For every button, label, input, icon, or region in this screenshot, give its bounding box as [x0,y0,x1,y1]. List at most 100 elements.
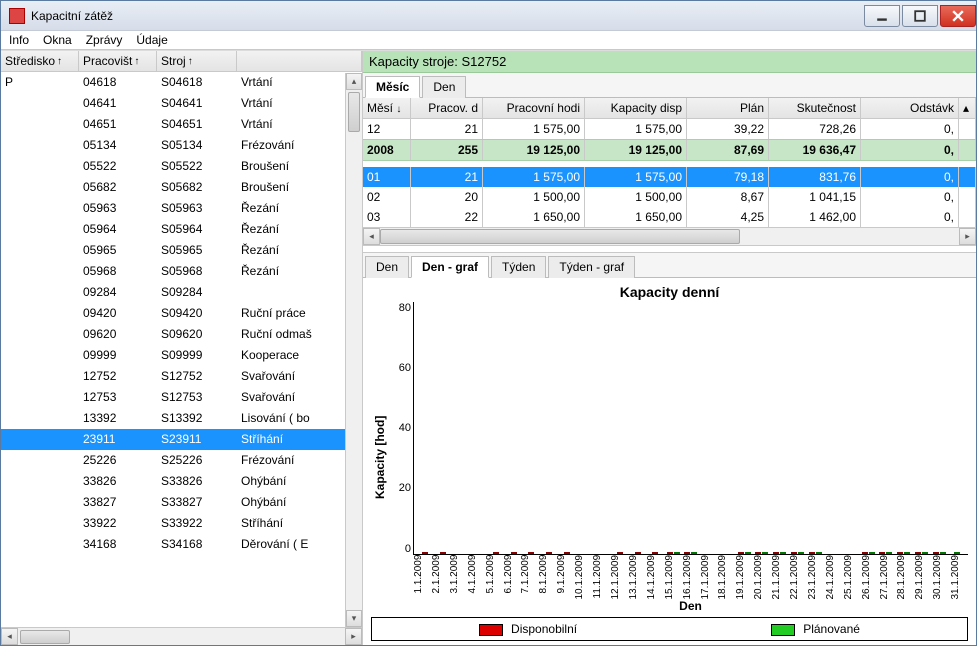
table-row[interactable]: 34168S34168Děrování ( E [1,534,362,555]
chart: Kapacity denní Kapacity [hod] 806040200 … [363,278,976,645]
table-row[interactable]: 23911S23911Stříhání [1,429,362,450]
table-row[interactable]: 05968S05968Řezání [1,261,362,282]
xtick: 9.1.2009 [556,555,574,600]
xtick: 8.1.2009 [538,555,556,600]
col-plan[interactable]: Plán [687,98,769,118]
scroll-down-icon[interactable]: ▾ [346,610,362,627]
col-stroj[interactable]: Stroj↑ [157,51,237,71]
chart-plotarea [413,302,968,555]
menu-udaje[interactable]: Údaje [136,33,167,47]
table-row[interactable]: 33827S33827Ohýbání [1,492,362,513]
table-row[interactable]: 12752S12752Svařování [1,366,362,387]
scroll-left-icon[interactable]: ◂ [1,628,18,645]
capacity-grid: Měsí ↓ Pracov. d Pracovní hodi Kapacity … [363,98,976,246]
col-disp[interactable]: Kapacity disp [585,98,687,118]
bar-disp [933,552,939,554]
col-pracoviste[interactable]: Pracovišt↑ [79,51,157,71]
legend-disp: Disponobilní [511,622,577,636]
table-row[interactable]: 25226S25226Frézování [1,450,362,471]
grid-row[interactable]: 12211 575,001 575,0039,22728,260, [363,119,976,139]
xtick: 20.1.2009 [753,555,771,600]
col-stredisko[interactable]: Středisko↑ [1,51,79,71]
sort-asc-icon: ↑ [134,56,139,67]
hscrollbar[interactable]: ◂ ▸ [1,627,362,645]
tab-mesic[interactable]: Měsíc [365,76,420,98]
legend-plan: Plánované [803,622,860,636]
col-mesic[interactable]: Měsí ↓ [363,98,411,118]
tab-tyden-graf[interactable]: Týden - graf [548,256,635,278]
menu-info[interactable]: Info [9,33,29,47]
col-operace[interactable] [237,51,362,71]
xtick: 2.1.2009 [431,555,449,600]
table-row[interactable]: 09620S09620Ruční odmaš [1,324,362,345]
scroll-right-icon[interactable]: ▸ [959,228,976,245]
vscrollbar[interactable]: ▴ ▾ [345,73,362,627]
table-row[interactable]: 05964S05964Řezání [1,219,362,240]
table-row[interactable]: 12753S12753Svařování [1,387,362,408]
xtick: 3.1.2009 [449,555,467,600]
bar-disp [684,552,690,554]
table-row[interactable]: 33826S33826Ohýbání [1,471,362,492]
close-button[interactable] [940,5,976,27]
chart-legend: Disponobilní Plánované [371,617,968,641]
bar-disp [809,552,815,554]
grid-row[interactable]: 200825519 125,0019 125,0087,6919 636,470… [363,139,976,161]
scroll-thumb[interactable] [380,229,740,244]
col-dny[interactable]: Pracov. d [411,98,483,118]
col-odstavka[interactable]: Odstávk [861,98,959,118]
bar-disp [635,552,641,554]
col-skut[interactable]: Skutečnost [769,98,861,118]
xtick: 21.1.2009 [771,555,789,600]
scroll-right-icon[interactable]: ▸ [345,628,362,645]
col-hod[interactable]: Pracovní hodi [483,98,585,118]
table-row[interactable]: 04651S04651Vrtání [1,114,362,135]
scroll-thumb[interactable] [20,630,70,644]
bar-disp [564,552,570,554]
maximize-button[interactable] [902,5,938,27]
grid-hscrollbar[interactable]: ◂ ▸ [363,227,976,245]
table-row[interactable]: 33922S33922Stříhání [1,513,362,534]
grid-row[interactable]: 02201 500,001 500,008,671 041,150, [363,187,976,207]
minimize-button[interactable] [864,5,900,27]
tab-tyden[interactable]: Týden [491,256,546,278]
scroll-up-icon[interactable]: ▴ [346,73,362,90]
table-row[interactable]: 05965S05965Řezání [1,240,362,261]
xtick: 24.1.2009 [825,555,843,600]
xtick: 29.1.2009 [914,555,932,600]
xtick: 1.1.2009 [413,555,431,600]
xtick: 12.1.2009 [610,555,628,600]
grid-row[interactable]: 03221 650,001 650,004,251 462,000, [363,207,976,227]
bar-plan [940,552,946,554]
bar-disp [422,552,428,554]
table-row[interactable]: 05682S05682Broušení [1,177,362,198]
table-row[interactable]: 05522S05522Broušení [1,156,362,177]
bar-plan [922,552,928,554]
legend-swatch-red [479,624,503,636]
bar-disp [862,552,868,554]
bar-disp [897,552,903,554]
table-row[interactable]: 04641S04641Vrtání [1,93,362,114]
grid-row[interactable]: 01211 575,001 575,0079,18831,760, [363,167,976,187]
table-row[interactable]: 05963S05963Řezání [1,198,362,219]
xtick: 30.1.2009 [932,555,950,600]
xtick: 16.1.2009 [682,555,700,600]
xtick: 10.1.2009 [574,555,592,600]
scroll-thumb[interactable] [348,92,360,132]
table-row[interactable]: P04618S04618Vrtání [1,72,362,93]
table-row[interactable]: 13392S13392Lisování ( bo [1,408,362,429]
table-row[interactable]: 09420S09420Ruční práce [1,303,362,324]
menu-okna[interactable]: Okna [43,33,72,47]
menu-zpravy[interactable]: Zprávy [86,33,123,47]
tab-den-graf[interactable]: Den - graf [411,256,489,278]
table-row[interactable]: 09999S09999Kooperace [1,345,362,366]
xtick: 7.1.2009 [520,555,538,600]
grid-vscroll-up-icon[interactable]: ▴ [959,98,976,118]
table-row[interactable]: 05134S05134Frézování [1,135,362,156]
bar-plan [798,552,804,554]
titlebar: Kapacitní zátěž [1,1,976,31]
scroll-left-icon[interactable]: ◂ [363,228,380,245]
table-row[interactable]: 09284S09284 [1,282,362,303]
tab-den[interactable]: Den [365,256,409,278]
xtick: 6.1.2009 [503,555,521,600]
tab-den[interactable]: Den [422,76,466,98]
